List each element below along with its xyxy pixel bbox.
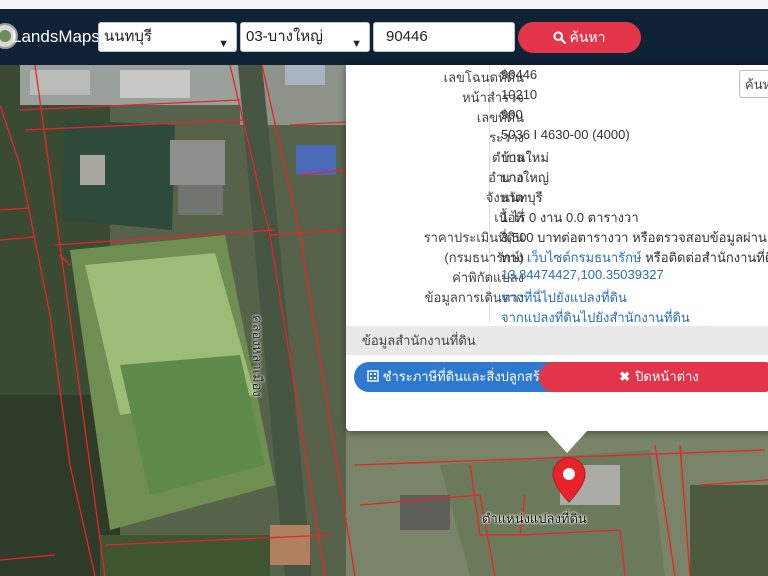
detail-row-district: อำเภอ บางใหญ่ <box>488 170 549 185</box>
detail-row-area: เนื้อที่ 1 ไร่ 0 งาน 0.0 ตารางวา <box>494 210 639 225</box>
search-icon <box>553 31 567 45</box>
detail-row-land-no: เลขที่ดิน 900 <box>476 107 524 125</box>
detail-row-treasury: (กรมธนารักษ์) ทาง เว็บไซต์กรมธนารักษ์ หร… <box>444 250 768 265</box>
detail-row-directions-office: จากแปลงที่ดินไปยังสำนักงานที่ดิน <box>346 305 768 325</box>
brand-name: LandsMaps <box>12 27 100 46</box>
detail-row-coordinates: ค่าพิกัดแปลง 13.84474427,100.35039327 <box>452 267 664 285</box>
location-pin-icon[interactable] <box>551 456 587 508</box>
province-select[interactable]: นนทบุรี ▼ <box>98 22 237 52</box>
detail-row-subdistrict: ตำบล บ้านใหม่ <box>492 150 549 165</box>
close-window-label: ปิดหน้าต่าง <box>635 369 699 384</box>
top-navbar: LandsMaps นนทบุรี ▼ 03-บางใหญ่ ▼ 90446 ค… <box>0 9 768 65</box>
pay-land-tax-button[interactable]: ชำระภาษีที่ดินและสิ่งปลูกสร้าง <box>354 362 566 392</box>
treasury-website-link[interactable]: เว็บไซต์กรมธนารักษ์ <box>527 250 642 265</box>
search-button[interactable]: ค้นหา <box>518 22 641 53</box>
pay-land-tax-label: ชำระภาษีที่ดินและสิ่งปลูกสร้าง <box>382 369 554 384</box>
parcel-number-input[interactable]: 90446 <box>373 22 515 52</box>
land-office-section-header[interactable]: ข้อมูลสำนักงานที่ดิน <box>346 326 768 355</box>
detail-row-map-sheet: ระวาง 5036 I 4630-00 (4000) <box>489 127 630 145</box>
popup-pointer <box>547 431 587 453</box>
directions-to-office-link[interactable]: จากแปลงที่ดินไปยังสำนักงานที่ดิน <box>501 307 690 328</box>
detail-row-province: จังหวัด นนทบุรี <box>485 190 543 205</box>
province-select-value: นนทบุรี <box>104 28 152 45</box>
building-icon <box>366 370 379 382</box>
detail-row-survey-page: หน้าสำรวจ 10210 <box>462 87 538 105</box>
district-select[interactable]: 03-บางใหญ่ ▼ <box>240 22 370 52</box>
parcel-number-value: 90446 <box>386 28 428 45</box>
close-window-button[interactable]: ✖ ปิดหน้าต่าง <box>539 362 768 392</box>
detail-row-directions: ข้อมูลการเดินทาง จากที่นี่ไปยังแปลงที่ดิน <box>346 285 768 305</box>
detail-row-deed: เลขโฉนดที่ดิน 90446 <box>443 67 538 85</box>
chevron-down-icon: ▼ <box>218 38 229 50</box>
parcel-info-popup: ค้นห เลขโฉนดที่ดิน90446 หน้าสำรวจ10210 เ… <box>346 65 768 431</box>
coordinates-link[interactable]: 13.84474427,100.35039327 <box>501 267 664 282</box>
top-strip <box>0 0 768 9</box>
detail-row-appraisal: ราคาประเมินที่ดิน 3,500 บาทต่อตารางวา หรื… <box>423 230 767 245</box>
search-button-label: ค้นหา <box>569 29 606 45</box>
district-select-value: 03-บางใหญ่ <box>246 28 323 45</box>
parcel-location-label: ตำแหน่งแปลงที่ดิน <box>482 511 587 526</box>
chevron-down-icon: ▼ <box>351 38 362 50</box>
road-label: คลองหลาเมือง <box>250 315 265 397</box>
close-icon: ✖ <box>619 369 631 384</box>
